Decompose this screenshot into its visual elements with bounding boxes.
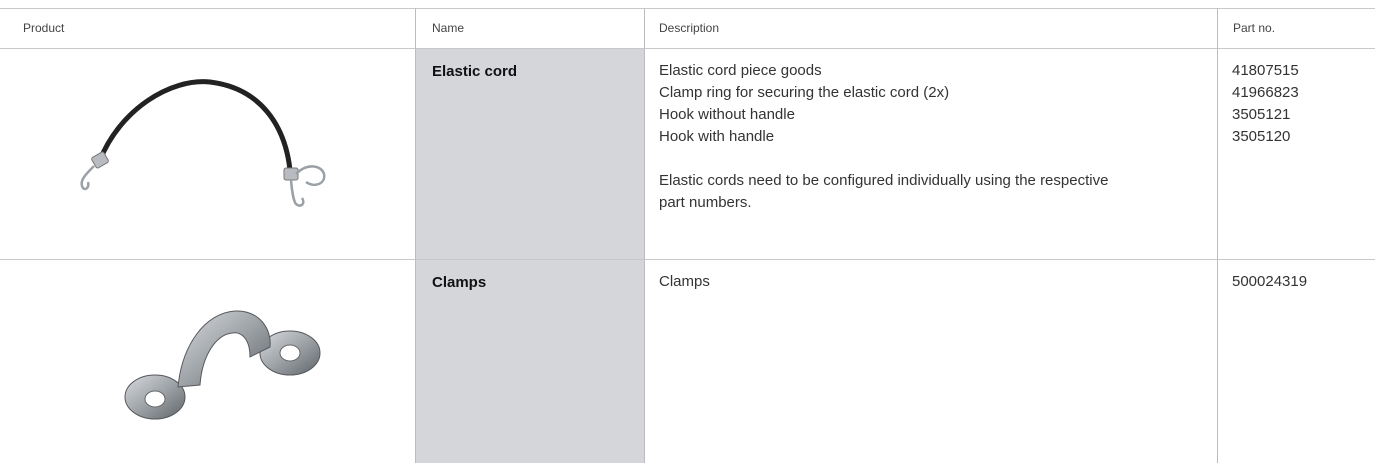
part-number: 41807515	[1232, 62, 1299, 79]
name-column-background	[416, 49, 644, 463]
description-elastic-cord: Elastic cord piece goods Clamp ring for …	[645, 49, 1217, 214]
header-description: Description	[659, 21, 720, 35]
clamp-icon	[124, 310, 321, 420]
description-clamps: Clamps	[645, 260, 1217, 293]
header-name: Name	[432, 21, 465, 35]
description-note: Elastic cords need to be configured indi…	[659, 172, 1109, 189]
elastic-cord-icon	[80, 79, 326, 207]
description-note: part numbers.	[659, 194, 752, 211]
header-product: Product	[23, 21, 65, 35]
part-number: 41966823	[1232, 84, 1299, 101]
part-number: 500024319	[1232, 273, 1308, 290]
part-number: 3505120	[1232, 128, 1291, 145]
header-part-no: Part no.	[1233, 21, 1276, 35]
part-numbers-elastic-cord: 41807515 41966823 3505121 3505120	[1218, 49, 1375, 148]
description-line: Elastic cord piece goods	[659, 62, 822, 79]
product-image-clamps	[110, 295, 340, 435]
description-line: Clamp ring for securing the elastic cord…	[659, 84, 950, 101]
part-number: 3505121	[1232, 106, 1291, 123]
product-image-elastic-cord	[60, 70, 350, 230]
description-line: Clamps	[659, 273, 710, 290]
description-line: Hook with handle	[659, 128, 775, 145]
product-table: Product Name Description Part no. Elasti…	[0, 0, 1375, 463]
product-name-clamps: Clamps	[432, 274, 487, 291]
part-numbers-clamps: 500024319	[1218, 260, 1375, 293]
product-name-elastic-cord: Elastic cord	[432, 63, 518, 80]
description-line: Hook without handle	[659, 106, 795, 123]
